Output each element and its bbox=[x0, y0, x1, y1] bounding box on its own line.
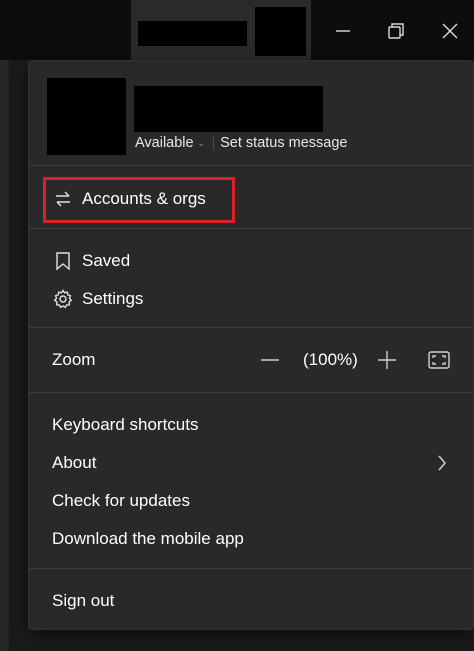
keyboard-shortcuts-label: Keyboard shortcuts bbox=[52, 415, 199, 434]
divider bbox=[29, 568, 473, 569]
close-button[interactable] bbox=[434, 15, 466, 47]
keyboard-shortcuts-item[interactable]: Keyboard shortcuts bbox=[29, 408, 473, 442]
about-label: About bbox=[52, 453, 97, 472]
redacted-avatar[interactable] bbox=[255, 7, 306, 56]
minimize-icon bbox=[336, 30, 350, 32]
chevron-right-icon bbox=[435, 453, 449, 473]
restore-icon bbox=[388, 23, 404, 39]
settings-label: Settings bbox=[82, 289, 144, 308]
fullscreen-button[interactable] bbox=[427, 348, 451, 372]
check-updates-item[interactable]: Check for updates bbox=[29, 484, 473, 518]
status-dropdown[interactable]: Available ⌄ bbox=[135, 135, 205, 151]
profile-menu: Available ⌄ Set status message Accounts … bbox=[28, 60, 474, 630]
zoom-label: Zoom bbox=[52, 350, 96, 369]
title-bar bbox=[0, 0, 474, 60]
divider bbox=[29, 392, 473, 393]
sign-out-item[interactable]: Sign out bbox=[29, 584, 473, 618]
chevron-down-icon: ⌄ bbox=[197, 137, 206, 148]
zoom-row: Zoom (100%) bbox=[29, 342, 473, 378]
highlight-box bbox=[43, 177, 235, 223]
saved-item[interactable]: Saved bbox=[29, 244, 473, 278]
minimize-button[interactable] bbox=[327, 15, 359, 47]
zoom-out-button[interactable] bbox=[258, 348, 282, 372]
divider bbox=[29, 327, 473, 328]
teams-window: Available ⌄ Set status message Accounts … bbox=[0, 0, 474, 651]
close-icon bbox=[442, 23, 458, 39]
divider bbox=[29, 165, 473, 166]
fullscreen-icon bbox=[428, 351, 450, 369]
sign-out-label: Sign out bbox=[52, 591, 115, 610]
saved-label: Saved bbox=[82, 251, 131, 270]
bookmark-icon bbox=[52, 250, 74, 272]
set-status-message-link[interactable]: Set status message bbox=[220, 135, 347, 151]
check-updates-label: Check for updates bbox=[52, 491, 190, 510]
download-mobile-app-label: Download the mobile app bbox=[52, 529, 244, 548]
avatar[interactable] bbox=[47, 78, 126, 155]
redacted-search bbox=[138, 21, 247, 46]
about-item[interactable]: About bbox=[29, 446, 473, 480]
gear-icon bbox=[52, 288, 74, 310]
download-mobile-app-item[interactable]: Download the mobile app bbox=[29, 522, 473, 556]
zoom-value: (100%) bbox=[303, 350, 358, 369]
minus-icon bbox=[261, 359, 279, 361]
status-separator bbox=[213, 136, 215, 150]
restore-button[interactable] bbox=[380, 15, 412, 47]
status-label: Available bbox=[135, 135, 194, 151]
zoom-in-button[interactable] bbox=[375, 348, 399, 372]
divider bbox=[29, 228, 473, 229]
plus-icon bbox=[378, 351, 396, 369]
user-name-redacted bbox=[134, 86, 323, 132]
settings-item[interactable]: Settings bbox=[29, 282, 473, 316]
app-background-edge bbox=[0, 60, 9, 651]
status-row: Available ⌄ Set status message bbox=[135, 133, 347, 153]
